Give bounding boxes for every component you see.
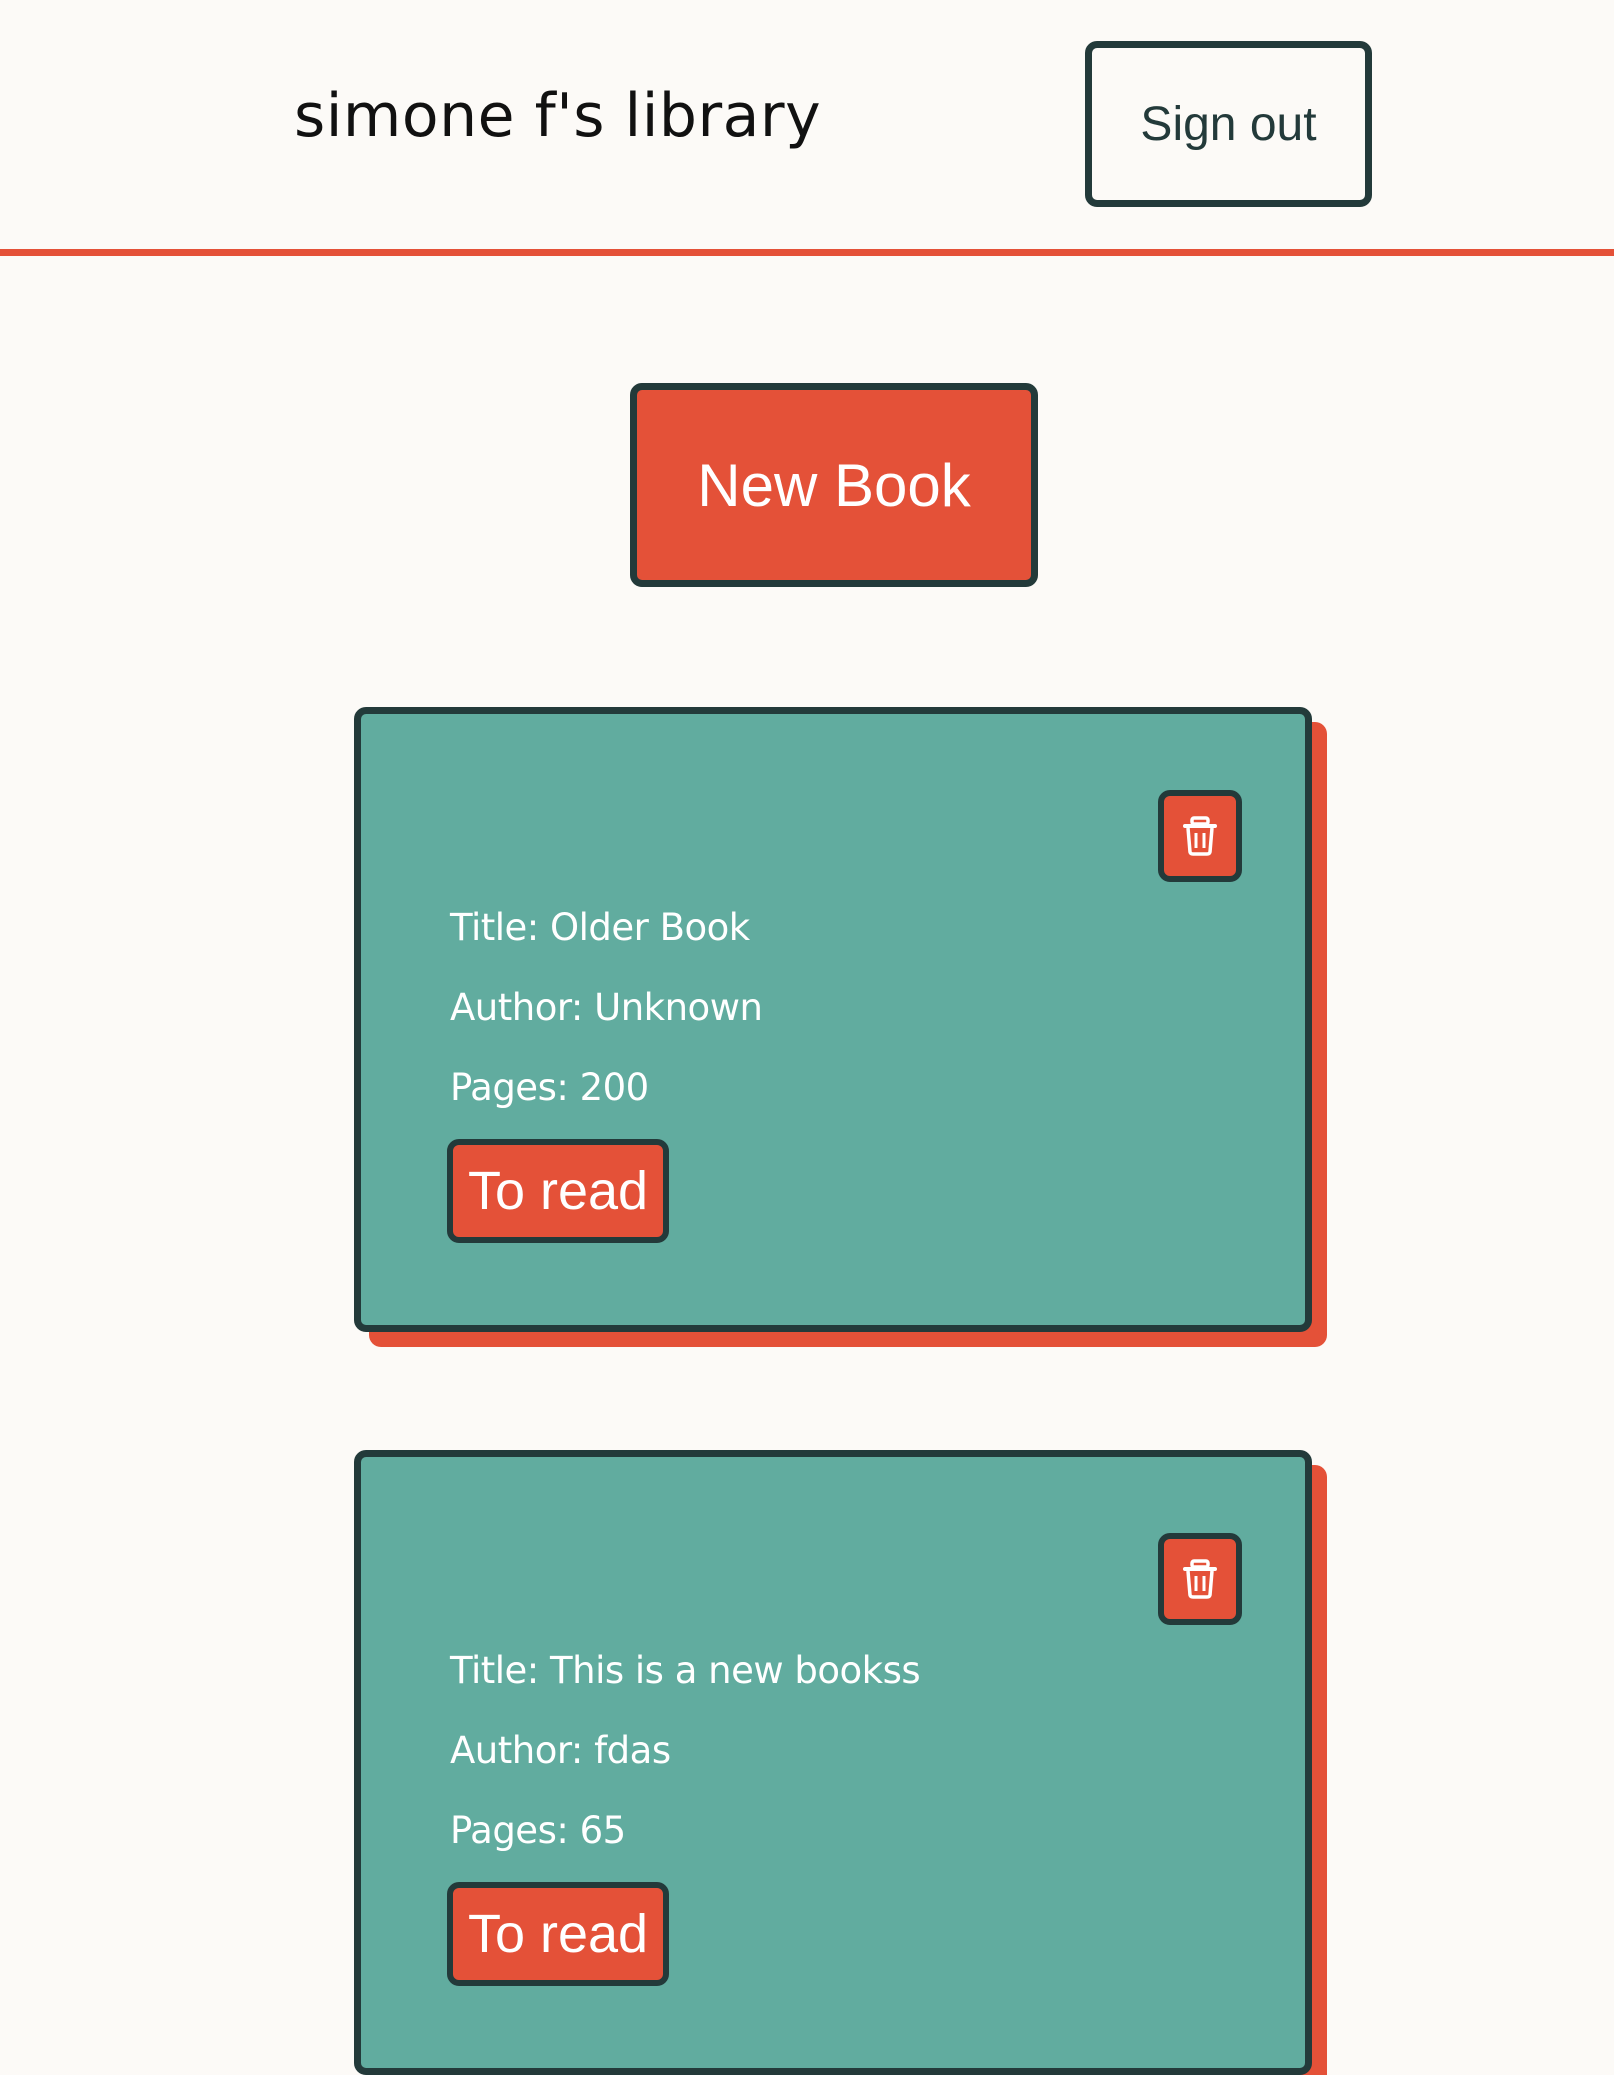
book-author: Author: Unknown — [450, 986, 763, 1029]
book-pages: Pages: 200 — [450, 1066, 649, 1109]
book-title: Title: Older Book — [450, 906, 750, 949]
book-title: Title: This is a new bookss — [450, 1649, 921, 1692]
trash-icon — [1183, 1559, 1217, 1599]
page-title: simone f's library — [294, 81, 822, 151]
trash-icon — [1183, 816, 1217, 856]
sign-out-button[interactable]: Sign out — [1085, 41, 1372, 207]
read-status-toggle[interactable]: To read — [447, 1139, 669, 1243]
book-author: Author: fdas — [450, 1729, 671, 1772]
book-pages: Pages: 65 — [450, 1809, 626, 1852]
new-book-button[interactable]: New Book — [630, 383, 1038, 587]
delete-book-button[interactable] — [1158, 1533, 1242, 1625]
header: simone f's library Sign out — [0, 0, 1614, 256]
book-card: Title: This is a new bookss Author: fdas… — [354, 1450, 1312, 2075]
delete-book-button[interactable] — [1158, 790, 1242, 882]
book-card: Title: Older Book Author: Unknown Pages:… — [354, 707, 1312, 1332]
